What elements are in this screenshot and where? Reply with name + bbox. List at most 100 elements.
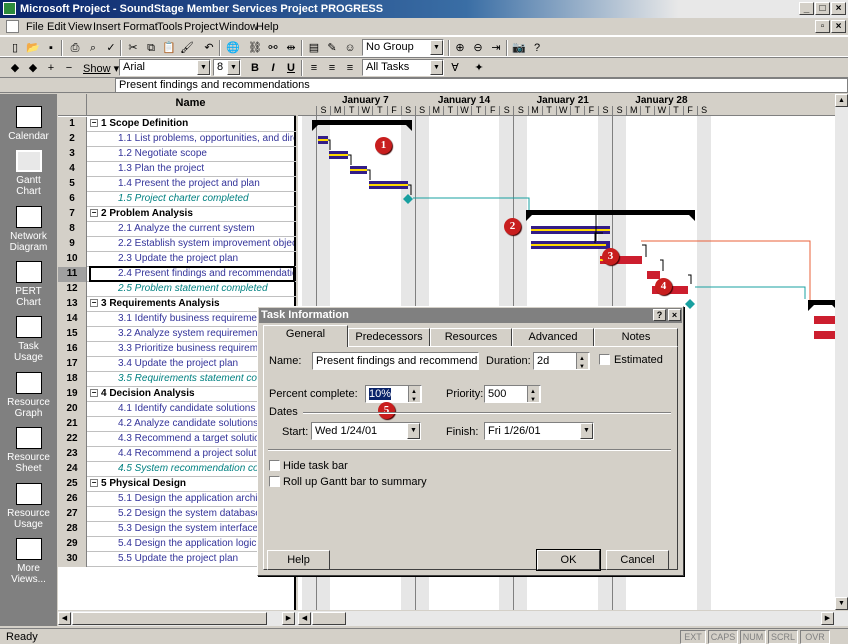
- help-icon[interactable]: ?: [530, 41, 544, 55]
- hyperlink-icon[interactable]: 🌐: [226, 41, 240, 55]
- view-pert-chart[interactable]: PERT Chart: [0, 261, 57, 308]
- row-id[interactable]: 11: [58, 267, 87, 282]
- priority-spinner-icon[interactable]: [527, 386, 539, 402]
- chevron-down-icon[interactable]: ▼: [227, 60, 240, 75]
- tab-general[interactable]: General: [263, 325, 348, 347]
- task-information-icon[interactable]: ▤: [307, 41, 321, 55]
- new-icon[interactable]: ▯: [8, 41, 22, 55]
- dialog-help-icon[interactable]: ?: [653, 309, 666, 321]
- group-select[interactable]: No Group ▼: [362, 39, 444, 56]
- row-id[interactable]: 13: [58, 297, 87, 312]
- entry-field[interactable]: Present findings and recommendations: [115, 78, 848, 93]
- progress-bar[interactable]: [350, 169, 367, 171]
- row-id[interactable]: 29: [58, 537, 87, 552]
- hide-task-bar-checkbox[interactable]: [269, 460, 280, 471]
- chevron-down-icon[interactable]: ▼: [197, 60, 210, 75]
- indent-icon[interactable]: ◆: [26, 61, 40, 75]
- underline-button[interactable]: U: [284, 61, 298, 75]
- menu-insert[interactable]: Insert: [93, 21, 121, 33]
- restore-document-button[interactable]: ▫: [815, 20, 830, 33]
- row-id[interactable]: 24: [58, 462, 87, 477]
- collapse-icon[interactable]: −: [90, 209, 98, 218]
- row-id[interactable]: 20: [58, 402, 87, 417]
- outdent-icon[interactable]: ◆: [8, 61, 22, 75]
- row-id[interactable]: 9: [58, 237, 87, 252]
- chevron-down-icon[interactable]: ▼: [430, 40, 443, 55]
- link-tasks-icon[interactable]: ⛓: [248, 41, 262, 55]
- table-row[interactable]: 9 2.2 Establish system improvement object…: [58, 237, 296, 252]
- task-name-cell[interactable]: 1.2 Negotiate scope: [90, 148, 294, 159]
- print-preview-icon[interactable]: ⌕: [86, 41, 100, 55]
- align-left-icon[interactable]: ≡: [307, 61, 321, 75]
- vertical-scrollbar[interactable]: ▲ ▼: [835, 94, 848, 610]
- summary-bar-start[interactable]: [808, 305, 814, 311]
- view-task-usage[interactable]: Task Usage: [0, 316, 57, 363]
- gantt-scroll-left-icon[interactable]: ◀: [298, 612, 311, 625]
- table-row[interactable]: 3 1.2 Negotiate scope: [58, 147, 296, 162]
- font-size-select[interactable]: 8 ▼: [213, 59, 241, 76]
- scroll-left-icon[interactable]: ◀: [58, 612, 71, 625]
- estimated-checkbox[interactable]: [599, 354, 610, 365]
- duration-field[interactable]: 2d: [533, 352, 590, 370]
- percent-complete-field[interactable]: 10%: [365, 385, 422, 403]
- horizontal-scrollbar[interactable]: ◀ ▶ ◀ ▶: [58, 611, 848, 626]
- gantt-scroll-thumb[interactable]: [312, 612, 346, 625]
- paste-icon[interactable]: 📋: [162, 41, 176, 55]
- table-row[interactable]: 5 1.4 Present the project and plan: [58, 177, 296, 192]
- close-button[interactable]: ×: [831, 2, 846, 15]
- dialog-close-icon[interactable]: ×: [668, 309, 681, 321]
- view-gantt-chart[interactable]: Gantt Chart: [0, 150, 57, 197]
- tab-predecessors[interactable]: Predecessors: [348, 328, 430, 347]
- cut-icon[interactable]: ✂: [126, 41, 140, 55]
- collapse-icon[interactable]: −: [90, 479, 98, 488]
- menu-tools[interactable]: Tools: [157, 21, 183, 33]
- row-id[interactable]: 10: [58, 252, 87, 267]
- task-notes-icon[interactable]: ✎: [325, 41, 339, 55]
- unlink-tasks-icon[interactable]: ⚯: [266, 41, 280, 55]
- table-row[interactable]: 7−2 Problem Analysis: [58, 207, 296, 222]
- progress-bar[interactable]: [531, 229, 610, 231]
- summary-bar[interactable]: [526, 210, 695, 215]
- row-id[interactable]: 21: [58, 417, 87, 432]
- table-row[interactable]: 12 2.5 Problem statement completed: [58, 282, 296, 297]
- start-date-field[interactable]: Wed 1/24/01 ▼: [311, 422, 421, 440]
- copy-icon[interactable]: ⧉: [144, 41, 158, 55]
- scroll-down-icon[interactable]: ▼: [835, 597, 848, 610]
- row-id[interactable]: 7: [58, 207, 87, 222]
- row-id[interactable]: 14: [58, 312, 87, 327]
- task-name-cell[interactable]: 2.2 Establish system improvement objecti…: [90, 238, 294, 249]
- open-icon[interactable]: 📂: [26, 41, 40, 55]
- menu-window[interactable]: Window: [219, 21, 258, 33]
- row-id[interactable]: 23: [58, 447, 87, 462]
- autofilter-icon[interactable]: ∀: [448, 61, 462, 75]
- finish-date-field[interactable]: Fri 1/26/01 ▼: [484, 422, 594, 440]
- tab-resources[interactable]: Resources: [430, 328, 512, 347]
- row-id[interactable]: 4: [58, 162, 87, 177]
- goto-selected-task-icon[interactable]: ⇥: [489, 41, 503, 55]
- progress-bar[interactable]: [329, 154, 348, 156]
- task-name-cell[interactable]: 1.3 Plan the project: [90, 163, 294, 174]
- zoom-in-icon[interactable]: ⊕: [453, 41, 467, 55]
- table-row[interactable]: 8 2.1 Analyze the current system: [58, 222, 296, 237]
- row-id[interactable]: 2: [58, 132, 87, 147]
- font-select[interactable]: Arial ▼: [119, 59, 211, 76]
- finish-calendar-chevron-icon[interactable]: ▼: [580, 423, 593, 439]
- italic-button[interactable]: I: [266, 61, 280, 75]
- task-name-cell[interactable]: 2.3 Update the project plan: [90, 253, 294, 264]
- progress-bar[interactable]: [531, 244, 607, 246]
- menu-view[interactable]: View: [68, 21, 92, 33]
- show-subtasks-icon[interactable]: +: [44, 61, 58, 75]
- view-resource-usage[interactable]: Resource Usage: [0, 483, 57, 530]
- task-name-cell[interactable]: 1.1 List problems, opportunities, and di…: [90, 133, 294, 144]
- summary-bar-end[interactable]: [406, 125, 412, 131]
- format-painter-icon[interactable]: 🖌: [180, 41, 194, 55]
- chevron-down-icon[interactable]: ▼: [430, 60, 443, 75]
- rollup-checkbox[interactable]: [269, 476, 280, 487]
- table-row[interactable]: 4 1.3 Plan the project: [58, 162, 296, 177]
- maximize-button[interactable]: □: [815, 2, 830, 15]
- row-id[interactable]: 1: [58, 117, 87, 132]
- gantt-wizard-icon[interactable]: ✦: [472, 61, 486, 75]
- task-name-cell[interactable]: −2 Problem Analysis: [90, 208, 294, 219]
- duration-spinner-icon[interactable]: [576, 353, 588, 369]
- row-id[interactable]: 17: [58, 357, 87, 372]
